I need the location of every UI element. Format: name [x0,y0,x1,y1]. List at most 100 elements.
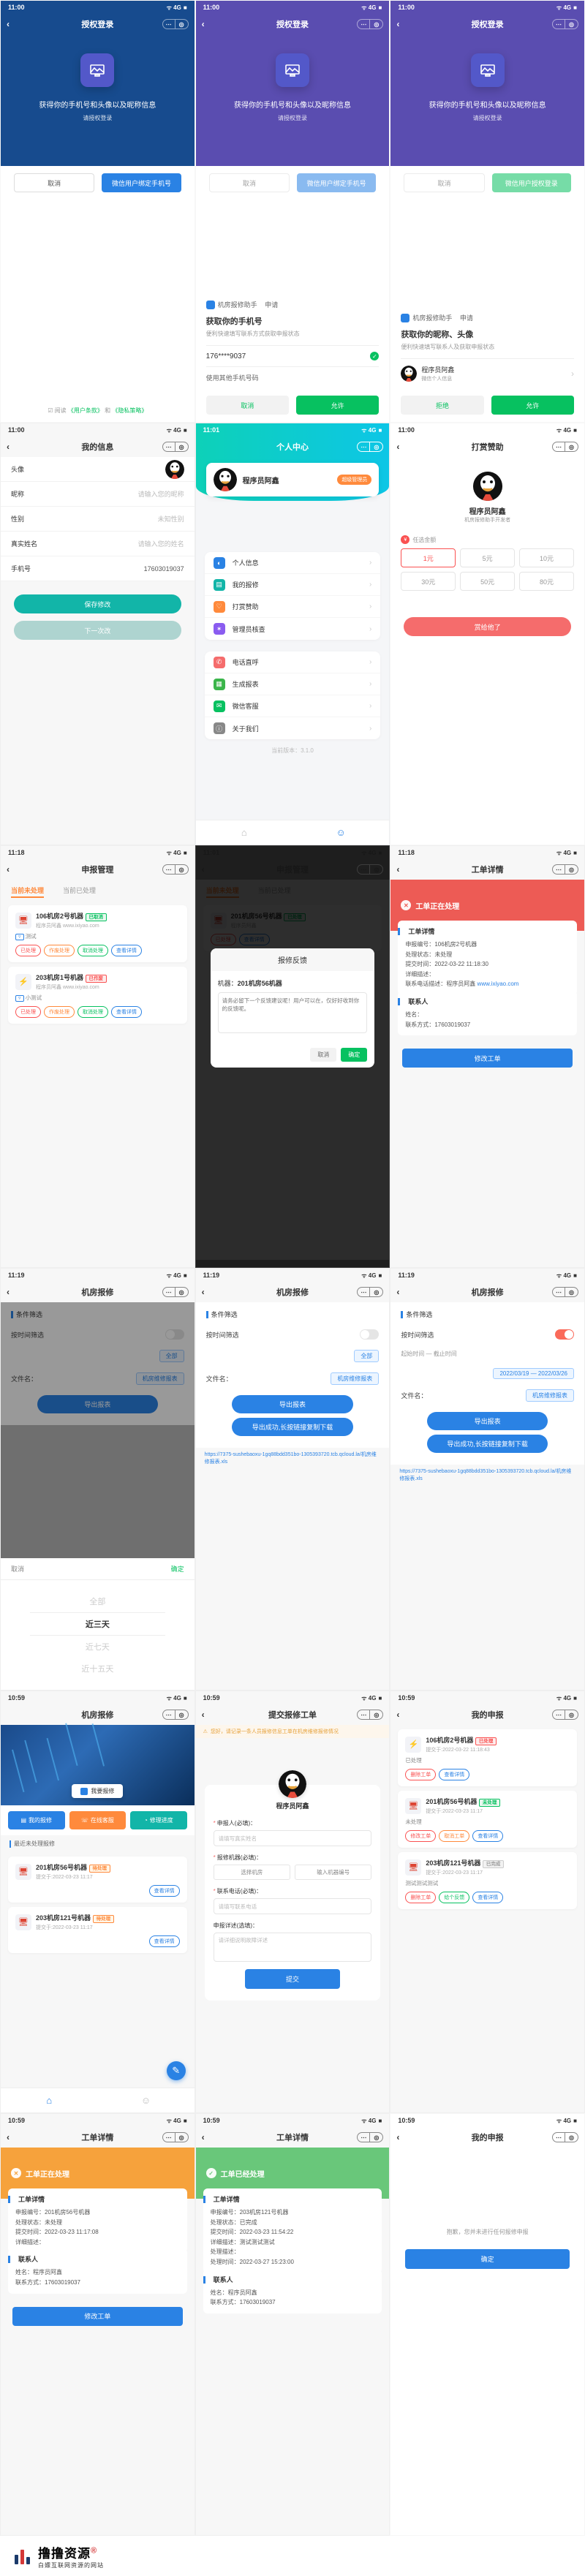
menu-profile[interactable]: ◐个人信息› [205,552,381,574]
x-icon: ✕ [11,2168,21,2178]
ticket-item[interactable]: 🖥203机房121号机器 已完成提交于:2022-03-23 11:17 测试测… [398,1852,577,1909]
ticket-item[interactable]: 🖥106机房2号机器 已取消程序员阿鑫 www.ixiyao.com ▿ 测试 … [8,905,187,962]
export-button[interactable]: 导出报表 [232,1395,353,1413]
save-button[interactable]: 保存修改 [14,594,181,613]
user-card[interactable]: 程序员阿鑫 超级管理员 [206,463,380,496]
ticket-item[interactable]: ⚡203机房1号机器 已作废程序员阿鑫 www.ixiyao.com ▿ 小测试… [8,967,187,1024]
picker-option[interactable]: 近十五天 [1,1658,195,1680]
empty-state-screen: 10:59ᯤ 4G■ ‹我的申报⋯◎ 抱歉，您并未进行任何报修申报 确定 [390,2113,585,2536]
phone-option[interactable]: 176****9037✓ [206,345,380,366]
gender-cell[interactable]: 性别未知性别 [1,507,195,532]
machine-input[interactable]: 输入机器编号 [295,1865,371,1880]
allow-button[interactable]: 允许 [296,396,379,415]
download-link[interactable]: https://7375-sushebaoxu-1gq88bdd351bo-13… [196,1451,390,1465]
nickname-cell[interactable]: 昵称请输入您的昵称 [1,482,195,507]
realname-cell[interactable]: 真实姓名请输入您的姓名 [1,532,195,556]
done-button[interactable]: 已处理 [15,945,41,956]
ticket-item[interactable]: 🖥201机房56号机器 待处理提交于:2022-03-23 11:17 查看详情 [8,1857,187,1903]
next-button[interactable]: 下一次改 [14,621,181,640]
confirm-button[interactable]: 确定 [405,2249,570,2269]
picker-option[interactable]: 近三天 [30,1612,165,1636]
picker-cancel[interactable]: 取消 [11,1564,24,1574]
repair-button[interactable]: 我要报修 [72,1784,123,1798]
deny-button[interactable]: 取消 [206,396,289,415]
menu-admin[interactable]: ✶管理员核查› [205,618,381,640]
amount-30[interactable]: 30元 [401,572,456,591]
time-chip[interactable]: 全部 [354,1350,379,1362]
tool-icon [80,1788,88,1795]
menu-wechat[interactable]: ✉微信客服› [205,695,381,717]
menu-about[interactable]: ⓘ关于我们› [205,717,381,739]
modify-ticket-button[interactable]: 修改工单 [402,1049,573,1068]
profile-option[interactable]: 程序员阿鑫微信个人信息 › [401,358,574,388]
seg-done[interactable]: 当前已处理 [63,885,96,895]
ticket-item[interactable]: 🖥201机房56号机器 未处理提交于:2022-03-23 11:17 未处理 … [398,1791,577,1848]
use-other-phone[interactable]: 使用其他手机号码 [206,366,380,388]
progress-button[interactable]: ◔修理进度 [130,1811,187,1829]
export-button[interactable]: 导出报表 [427,1412,548,1430]
submit-button[interactable]: 提交 [245,1969,340,1989]
modify-ticket-button[interactable]: 修改工单 [12,2307,183,2326]
ticket-item[interactable]: ⚡106机房2号机器 已处理提交于:2022-03-22 11:18:43 已处… [398,1729,577,1786]
fab-button[interactable]: ✎ [167,2061,186,2080]
seg-pending[interactable]: 当前未处理 [11,885,44,895]
desc-input[interactable]: 请详细说明故障详述 [214,1933,372,1962]
date-chip[interactable]: 2022/03/19 — 2022/03/26 [493,1368,574,1379]
section-header: 最近未处理报修 [1,1835,195,1852]
time-switch[interactable] [360,1329,379,1340]
support-button[interactable]: ☏在线客服 [69,1811,127,1829]
phone-cell[interactable]: 手机号17603019037 [1,556,195,581]
modal-ok[interactable]: 确定 [341,1048,367,1062]
room-select[interactable]: 选择机房 [214,1865,290,1880]
tab-home[interactable]: ⌂ [1,2088,97,2112]
picker-option[interactable]: 近七天 [1,1636,195,1658]
menu-call[interactable]: ✆电话直呼› [205,651,381,673]
void-button[interactable]: 作废处理 [44,945,75,956]
phone-input[interactable]: 请填写联系电话 [214,1898,372,1914]
modal-cancel[interactable]: 取消 [310,1048,336,1062]
picker-option[interactable]: 全部 [1,1590,195,1612]
amount-10[interactable]: 10元 [519,548,574,567]
avatar-cell[interactable]: 头像 [1,457,195,482]
capsule-close-icon[interactable]: ◎ [176,19,189,29]
cancel-button[interactable]: 取消处理 [78,945,108,956]
capsule-menu-icon[interactable]: ⋯ [162,19,176,29]
bind-phone-button[interactable]: 微信用户绑定手机号 [102,173,181,192]
feedback-modal-screen: 11:01ᯤ 4G■ ‹申报管理⋯◎ 当前未处理当前已处理 🖥201机房56号机… [195,845,390,1268]
allow-button[interactable]: 允许 [491,396,574,415]
back-icon[interactable]: ‹ [7,19,10,29]
amount-1[interactable]: 1元 [401,548,456,567]
amount-50[interactable]: 50元 [460,572,515,591]
menu-my-repair[interactable]: ▤我的报修› [205,574,381,596]
detail-button[interactable]: 查看详情 [111,945,142,956]
time-switch[interactable] [555,1329,574,1340]
feedback-textarea[interactable] [218,992,368,1033]
tip-banner: ⚠您好，请记录一条人员报修信息工单在机房维修报修情况 [196,1725,390,1738]
terms-link[interactable]: 《用户条款》 [68,407,103,414]
filename-chip[interactable]: 机房维修报表 [331,1372,379,1385]
tab-home[interactable]: ⌂ [196,820,292,845]
deny-button[interactable]: 拒绝 [401,396,483,415]
menu-report[interactable]: ▦生成报表› [205,673,381,695]
donate-button[interactable]: 赏给他了 [404,617,571,636]
time-picker: 取消 确定 全部 近三天 近七天 近十五天 [1,1558,195,1690]
ticket-item[interactable]: 🖥203机房121号机器 待处理提交于:2022-03-23 11:17 查看详… [8,1907,187,1953]
check-icon: ✓ [370,352,379,360]
tab-me[interactable]: ☺ [292,820,389,845]
download-link[interactable]: https://7375-sushebaoxu-1gq88bdd351bo-13… [390,1468,584,1482]
reporter-input[interactable]: 请填写真实姓名 [214,1830,372,1846]
nav-title: 授权登录 [81,18,113,30]
menu-donate[interactable]: ♡打赏赞助› [205,596,381,618]
amount-5[interactable]: 5元 [460,548,515,567]
amount-80[interactable]: 80元 [519,572,574,591]
picker-ok[interactable]: 确定 [171,1564,184,1574]
ticket-detail-red: 11:18ᯤ 4G■ ‹工单详情⋯◎ ✕工单正在处理 工单详情 申报编号：106… [390,845,585,1268]
report-filter-picker: 11:19ᯤ 4G■ ‹机房报修⋯◎ 条件筛选 按时间筛选 全部 文件名：机房维… [0,1268,195,1691]
check-icon: ✓ [206,2168,216,2178]
my-repair-button[interactable]: ▤我的报修 [8,1811,65,1829]
cancel-button[interactable]: 取消 [14,173,94,192]
donate-screen: 11:00ᯤ 4G■ ‹打赏赞助⋯◎ 程序员阿鑫 机房报修助手开发者 ¥任选金额… [390,423,585,845]
tab-me[interactable]: ☺ [97,2088,194,2112]
back-icon[interactable]: ‹ [202,19,205,29]
privacy-link[interactable]: 《隐私策略》 [112,407,147,414]
